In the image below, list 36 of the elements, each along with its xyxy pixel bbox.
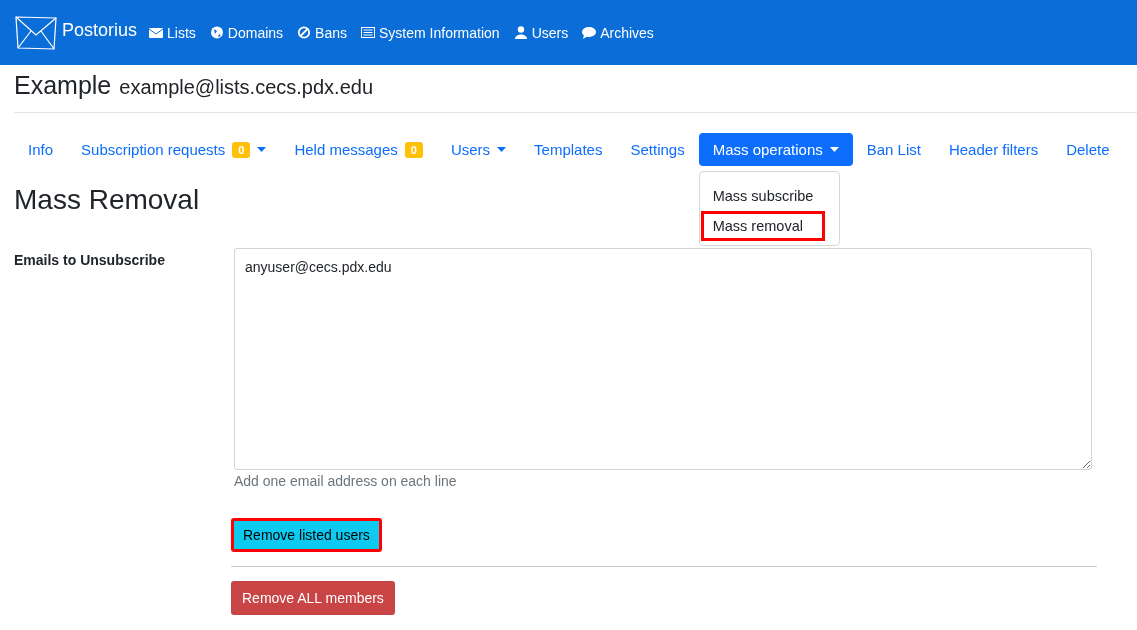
dropdown-item[interactable]: Mass subscribe <box>700 181 826 211</box>
list-name: Example <box>14 71 112 100</box>
nav-link[interactable]: Bans <box>297 24 347 41</box>
speech-bubble-icon <box>582 26 597 39</box>
envelope-logo-icon <box>14 14 58 51</box>
field-label: Emails to Unsubscribe <box>14 251 166 270</box>
globe-icon <box>209 26 224 39</box>
nav-tab[interactable]: Delete <box>1052 133 1124 166</box>
nav-tab[interactable]: Mass operations <box>698 133 853 166</box>
nav-tab[interactable]: Header filters <box>934 133 1053 166</box>
nav-tab[interactable]: Held messages 0 <box>280 133 437 166</box>
list-icon <box>361 26 375 39</box>
nav-link[interactable]: System Information <box>361 24 500 41</box>
count-badge: 0 <box>404 141 423 158</box>
nav-link[interactable]: Users <box>513 24 569 41</box>
nav-link[interactable]: Domains <box>209 24 284 41</box>
nav-tab[interactable]: Ban List <box>852 133 935 166</box>
user-icon <box>513 26 528 39</box>
dropdown-item[interactable]: Mass removal <box>700 211 826 241</box>
nav-link[interactable]: Lists <box>149 24 196 41</box>
list-address: example@lists.cecs.pdx.edu <box>119 76 373 99</box>
envelope-icon <box>149 26 164 39</box>
remove-all-button[interactable]: Remove ALL members <box>231 581 395 615</box>
emails-textarea[interactable]: anyuser@cecs.pdx.edu <box>234 248 1092 470</box>
nav-link[interactable]: Archives <box>582 24 654 41</box>
nav-tab[interactable]: Info <box>14 133 68 166</box>
nav-tab[interactable]: Settings <box>616 133 699 166</box>
remove-button[interactable]: Remove listed users <box>231 518 382 552</box>
nav-tab[interactable]: Subscription requests 0 <box>67 133 281 166</box>
count-badge: 0 <box>232 141 251 158</box>
help-text: Add one email address on each line <box>234 473 457 489</box>
brand-name[interactable]: Postorius <box>62 20 138 41</box>
nav-tab[interactable]: Templates <box>520 133 617 166</box>
ban-icon <box>297 26 312 39</box>
nav-tab[interactable]: Users <box>436 133 521 166</box>
page-title: Mass Removal <box>14 184 200 216</box>
